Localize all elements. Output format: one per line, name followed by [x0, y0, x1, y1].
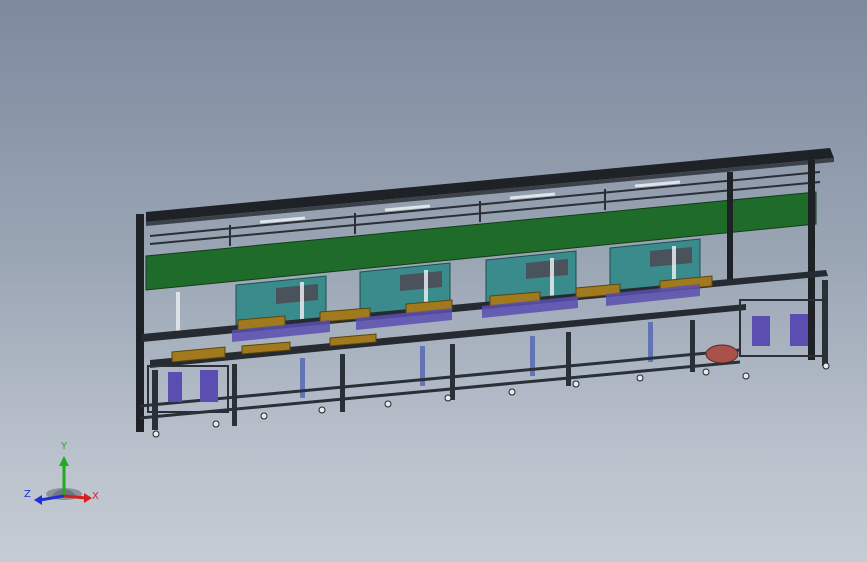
x-axis-label: X: [92, 491, 99, 502]
z-axis-label: Z: [24, 489, 31, 500]
cad-graphics-viewport[interactable]: Y X Z: [0, 0, 867, 562]
y-axis-arrow: [59, 456, 69, 466]
y-axis-label: Y: [61, 441, 68, 452]
z-axis-arrow: [34, 495, 42, 505]
coordinate-triad: Y X Z: [24, 440, 104, 510]
motor: [705, 344, 739, 364]
assembly-line-model[interactable]: [0, 0, 867, 562]
x-axis-arrow: [84, 493, 92, 503]
x-axis-line: [63, 494, 87, 500]
